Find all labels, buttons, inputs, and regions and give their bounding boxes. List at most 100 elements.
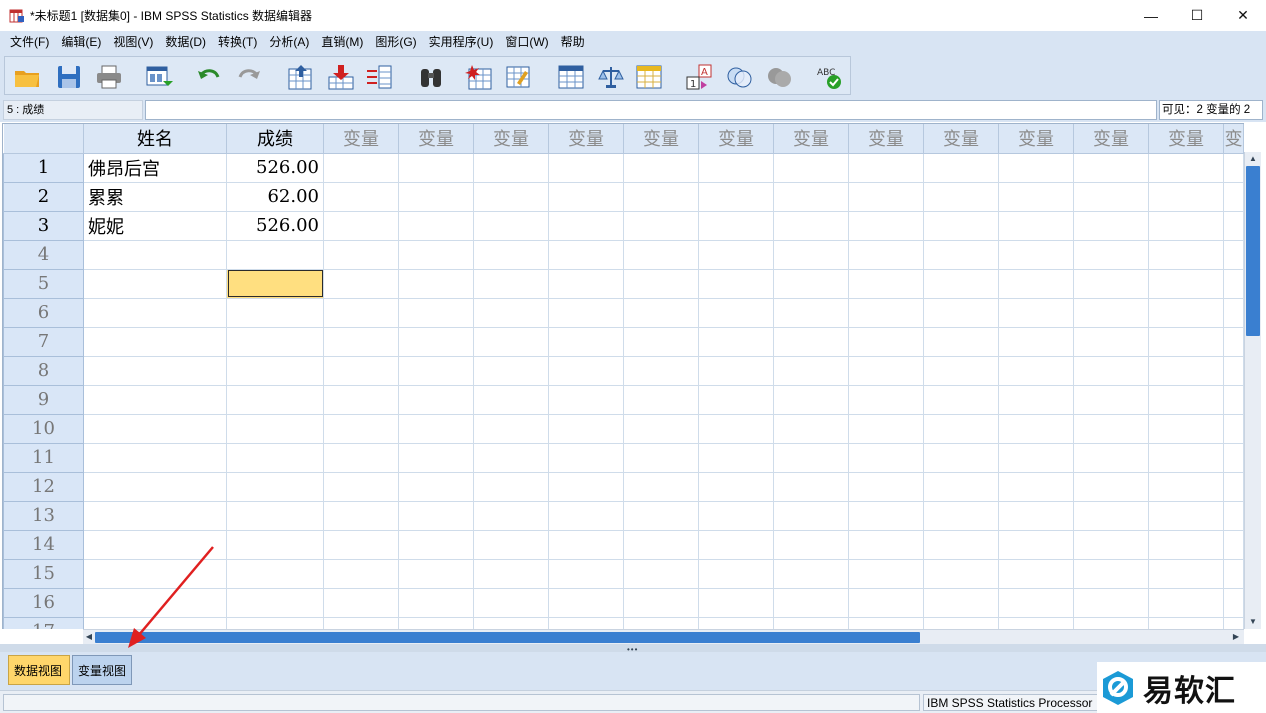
cell-empty[interactable] [773,414,849,444]
cell-empty[interactable] [1223,240,1244,270]
cell-empty[interactable] [323,588,399,618]
cell-empty[interactable] [398,414,474,444]
column-header-var[interactable]: 变量 [473,124,549,154]
cell-empty[interactable] [998,385,1074,415]
cell-empty[interactable] [323,327,399,357]
cell-empty[interactable] [398,530,474,560]
cell-empty[interactable] [1148,269,1224,299]
cell-empty[interactable] [848,617,924,629]
row-number[interactable]: 3 [3,210,84,241]
show-all-variables-icon[interactable] [765,63,793,91]
variables-icon[interactable] [365,63,393,91]
cell-empty[interactable] [1073,530,1149,560]
cell-empty[interactable] [848,559,924,589]
cell-empty[interactable] [623,385,699,415]
cell-score[interactable] [226,472,324,502]
cell-empty[interactable] [398,501,474,531]
cell-empty[interactable] [698,356,774,386]
weight-cases-icon[interactable] [597,63,625,91]
cell-name[interactable]: 累累 [83,182,227,212]
cell-empty[interactable] [623,327,699,357]
cell-empty[interactable] [1148,501,1224,531]
cell-name[interactable] [83,472,227,502]
cell-empty[interactable] [473,240,549,270]
cell-empty[interactable] [323,472,399,502]
select-cases-icon[interactable] [635,63,663,91]
print-icon[interactable] [95,63,123,91]
cell-empty[interactable] [1148,559,1224,589]
horizontal-scrollbar[interactable]: ◀ ▶ [83,629,1244,644]
column-header-var[interactable]: 变 [1223,124,1244,154]
column-header-var[interactable]: 变量 [623,124,699,154]
grid-corner[interactable] [3,124,84,154]
cell-name[interactable] [83,356,227,386]
cell-empty[interactable] [473,472,549,502]
cell-empty[interactable] [773,327,849,357]
cell-score[interactable] [226,327,324,357]
cell-empty[interactable] [623,211,699,241]
cell-empty[interactable] [1223,501,1244,531]
menu-view[interactable]: 视图(V) [107,31,159,53]
cell-empty[interactable] [998,530,1074,560]
cell-score[interactable] [226,385,324,415]
cell-empty[interactable] [698,414,774,444]
tab-variable-view[interactable]: 变量视图 [72,655,132,685]
cell-empty[interactable] [623,356,699,386]
cell-empty[interactable] [773,298,849,328]
cell-empty[interactable] [323,617,399,629]
cell-empty[interactable] [1223,356,1244,386]
cell-empty[interactable] [773,530,849,560]
cell-score[interactable] [226,559,324,589]
cell-empty[interactable] [773,153,849,183]
cell-name[interactable] [83,588,227,618]
cell-empty[interactable] [773,269,849,299]
cell-empty[interactable] [473,356,549,386]
menu-edit[interactable]: 编辑(E) [55,31,107,53]
menu-window[interactable]: 窗口(W) [499,31,554,53]
column-header-var[interactable]: 变量 [548,124,624,154]
cell-empty[interactable] [323,298,399,328]
cell-empty[interactable] [548,269,624,299]
cell-empty[interactable] [773,501,849,531]
menu-direct-marketing[interactable]: 直销(M) [315,31,369,53]
cell-empty[interactable] [323,414,399,444]
cell-empty[interactable] [398,182,474,212]
use-variable-sets-icon[interactable] [725,63,753,91]
cell-empty[interactable] [398,327,474,357]
cell-empty[interactable] [548,530,624,560]
cell-empty[interactable] [998,153,1074,183]
cell-empty[interactable] [323,356,399,386]
cell-empty[interactable] [473,588,549,618]
dialog-recall-icon[interactable] [145,63,173,91]
cell-empty[interactable] [548,559,624,589]
insert-variable-icon[interactable] [505,63,533,91]
scroll-left-icon[interactable]: ◀ [83,631,95,643]
cell-empty[interactable] [398,356,474,386]
cell-empty[interactable] [848,211,924,241]
cell-empty[interactable] [548,472,624,502]
cell-empty[interactable] [998,501,1074,531]
cell-empty[interactable] [1148,530,1224,560]
cell-empty[interactable] [548,501,624,531]
cell-empty[interactable] [323,153,399,183]
cell-empty[interactable] [923,414,999,444]
column-header-var[interactable]: 变量 [323,124,399,154]
cell-empty[interactable] [398,153,474,183]
cell-empty[interactable] [548,153,624,183]
cell-empty[interactable] [548,182,624,212]
cell-empty[interactable] [1223,414,1244,444]
cell-empty[interactable] [923,153,999,183]
row-number[interactable]: 14 [3,529,84,560]
value-labels-icon[interactable]: A1 [685,63,713,91]
vertical-scrollbar[interactable]: ▲ ▼ [1244,152,1261,629]
cell-empty[interactable] [398,443,474,473]
cell-empty[interactable] [1073,269,1149,299]
cell-empty[interactable] [623,269,699,299]
cell-empty[interactable] [1148,327,1224,357]
cell-empty[interactable] [1073,211,1149,241]
cell-empty[interactable] [398,211,474,241]
cell-empty[interactable] [1073,385,1149,415]
cell-empty[interactable] [398,269,474,299]
cell-empty[interactable] [1148,414,1224,444]
cell-empty[interactable] [398,617,474,629]
